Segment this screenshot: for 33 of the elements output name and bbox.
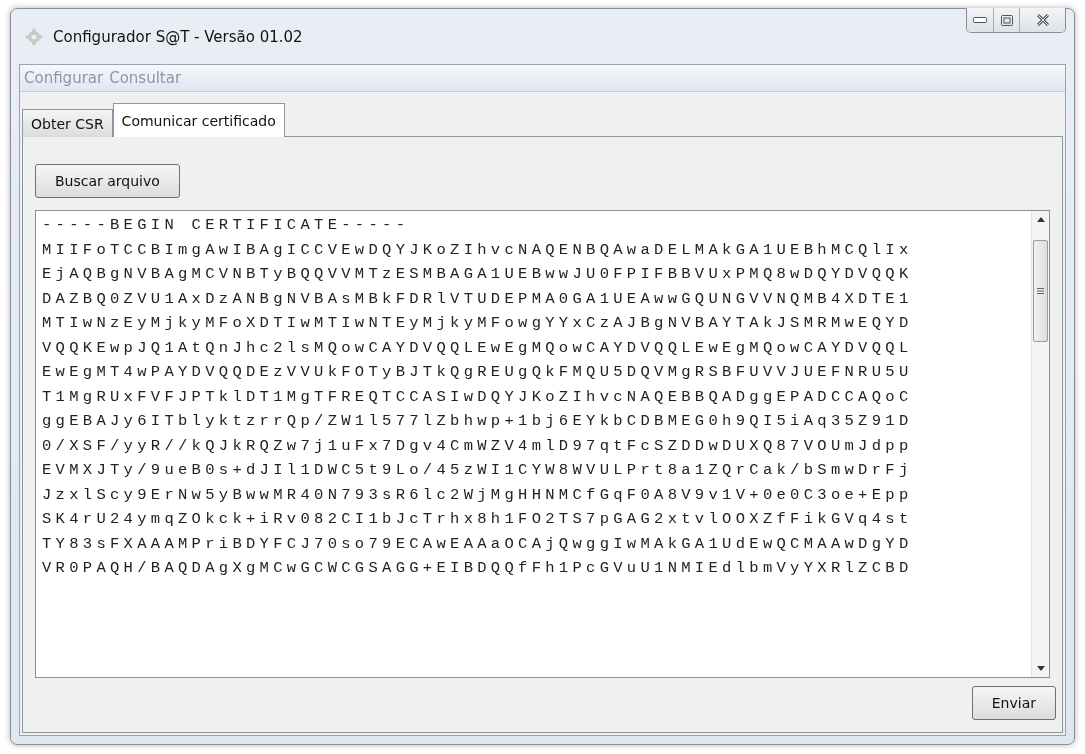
scrollbar[interactable] bbox=[1031, 211, 1049, 677]
window-title: Configurador S@T - Versão 01.02 bbox=[53, 27, 303, 46]
certificate-line: 0/XSF/yyR//kQJkRQZw7j1uFx7Dgv4CmWZV4mlD97qtFcSZDDwDUXQ87VOUmJdpp bbox=[42, 435, 914, 457]
down-arrow-icon bbox=[1036, 666, 1045, 671]
certificate-line: EwEgMT4wPAYDVQQDEzVVUkFOTyBJTkQgREUgQkFMQU5DQVMgRSBFUVVJUEFNRU5U bbox=[42, 362, 914, 383]
certificate-text-area[interactable] bbox=[35, 210, 1050, 678]
minimize-icon bbox=[973, 17, 987, 23]
close-icon bbox=[1035, 14, 1050, 26]
scrollbar-thumb[interactable] bbox=[1033, 240, 1048, 342]
certificate-line: T1MgRUxFVFJPTklDT1MgTFREQTCCASIwDQYJKoZIhvcNAQEBBQADggEPADCCAQoC bbox=[42, 386, 914, 408]
certificate-line: -----BEGIN CERTIFICATE----- bbox=[42, 215, 411, 236]
up-arrow-icon bbox=[1036, 217, 1045, 222]
certificate-line: EjAQBgNVBAgMCVNBTyBQQVVMTzESMBAGA1UEBwwJU0FPIFBBVUxPMQ8wDQYDVQQK bbox=[42, 264, 914, 285]
certificate-line: TY83sFXAAAMPriBDYFCJ70so79ECAwEAAaOCAjQwggIwMAkGA1UdEwQCMAAwDgYD bbox=[42, 533, 914, 555]
certificate-line: MTIwNzEyMjkyMFoXDTIwMTIwNTEyMjkyMFowgYYxCzAJBgNVBAYTAkJSMRMwEQYD bbox=[42, 313, 914, 334]
browse-button[interactable]: Buscar arquivo bbox=[35, 164, 180, 198]
certificate-line: MIIFoTCCBImgAwIBAgICCVEwDQYJKoZIhvcNAQENBQAwaDELMAkGA1UEBhMCQlIx bbox=[42, 239, 914, 261]
minimize-button[interactable] bbox=[967, 8, 993, 32]
certificate-line: JzxlScy9ErNw5yBwwMR40N793sR6lc2WjMgHHNMCfGqF0A8V9v1V+0e0C3oe+Epp bbox=[42, 484, 914, 506]
tab[interactable]: Obter CSR bbox=[22, 109, 113, 137]
certificate-line: VR0PAQH/BAQDAgXgMCwGCWCGSAGG+EIBDQQfFh1PcGVuU1NMIEdlbmVyYXRlZCBD bbox=[42, 558, 914, 579]
certificate-line: VQQKEwpJQ1AtQnJhc2lsMQowCAYDVQQLEwEgMQowCAYDVQQLEwEgMQowCAYDVQQL bbox=[42, 337, 914, 359]
gear-icon bbox=[25, 27, 43, 46]
certificate-line: EVMXJTy/9ueB0s+dJIl1DWC5t9Lo/45zWI1CYW8WVULPrt8a1ZQrCak/bSmwDrFj bbox=[42, 460, 914, 481]
maximize-button[interactable] bbox=[993, 8, 1019, 32]
tab[interactable]: Comunicar certificado bbox=[112, 103, 285, 137]
grip-icon bbox=[1037, 288, 1044, 294]
certificate-line: DAZBQ0ZVU1AxDzANBgNVBAsMBkFDRlVTUDEPMA0GA1UEAwwGQUNGVVNQMB4XDTE1 bbox=[42, 288, 914, 310]
send-button[interactable]: Enviar bbox=[971, 686, 1056, 720]
maximize-icon bbox=[1000, 14, 1013, 26]
certificate-line: SK4rU24ymqZOkck+iRv082CI1bJcTrhx8h1FO2TS7pGAG2xtvlOOXZfFikGVq4st bbox=[42, 509, 914, 530]
certificate-line: ggEBAJy6ITblyktzrrQp/ZW1l577lZbhwp+1bj6EYkbCDBMEG0h9QI5iAq35Z91D bbox=[42, 411, 914, 432]
close-button[interactable] bbox=[1019, 8, 1065, 32]
